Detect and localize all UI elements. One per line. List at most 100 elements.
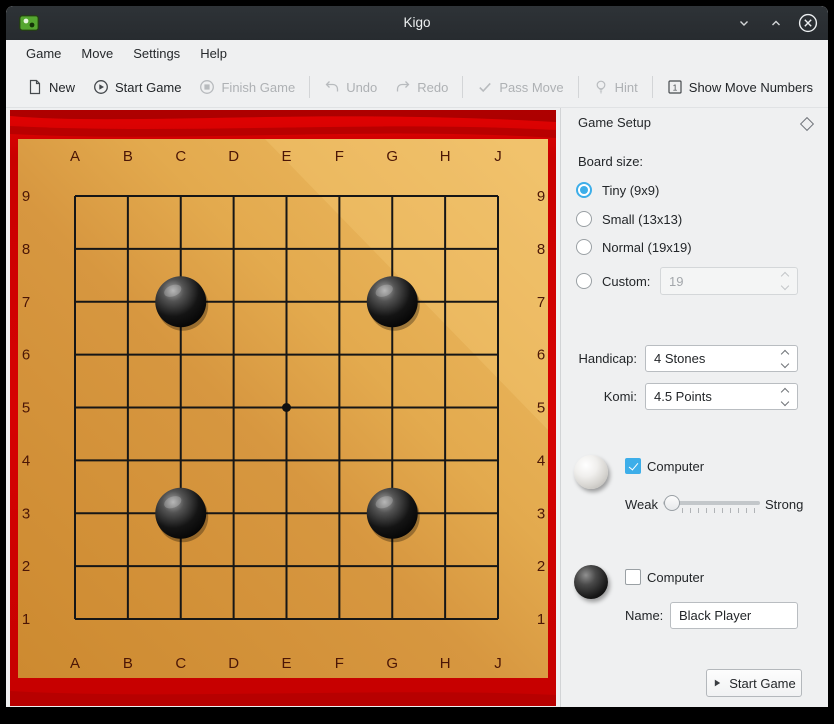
menu-move[interactable]: Move (71, 42, 123, 65)
white-computer-label: Computer (647, 459, 704, 474)
toolbar-button-undo: Undo (315, 74, 386, 100)
toolbar-button-label: Hint (615, 80, 638, 95)
board-column-label-bottom: A (70, 655, 80, 672)
menu-game[interactable]: Game (16, 42, 71, 65)
board-column-label-top: F (335, 148, 344, 165)
board-column-label-top: J (494, 148, 502, 165)
menu-help[interactable]: Help (190, 42, 237, 65)
board-row-label-right: 6 (537, 347, 545, 364)
toolbar-button-hint: Hint (584, 74, 647, 100)
custom-size-value: 19 (661, 274, 782, 289)
titlebar: Kigo (6, 6, 828, 40)
custom-size-spinbox: 19 (660, 267, 798, 295)
toolbar-button-label: Finish Game (221, 80, 295, 95)
board-column-label-bottom: E (281, 655, 291, 672)
board-column-label-top: C (175, 148, 186, 165)
board-column-label-top: E (281, 148, 291, 165)
panel-separator (560, 108, 561, 707)
radio-custom[interactable] (576, 273, 592, 289)
board-column-label-top: D (228, 148, 239, 165)
radio-tiny[interactable] (576, 182, 592, 198)
board-row-label-left: 8 (22, 241, 30, 258)
board-column-label-bottom: C (175, 655, 186, 672)
komi-spinbox[interactable]: 4.5 Points (645, 383, 798, 410)
handicap-spinbox[interactable]: 4 Stones (645, 345, 798, 372)
spinner-arrows-icon (782, 351, 788, 367)
radio-small-label: Small (13x13) (602, 212, 682, 227)
go-stone-c3 (155, 488, 206, 539)
toolbar-button-label: Redo (417, 80, 448, 95)
window-controls (734, 6, 818, 40)
board-row-label-left: 5 (22, 400, 30, 417)
go-board[interactable]: AABBCCDDEEFFGGHHJJ998877665544332211 (10, 110, 556, 706)
board-row-label-left: 4 (22, 452, 30, 469)
white-computer-checkbox[interactable] (625, 458, 641, 474)
toolbar-button-label: Pass Move (499, 80, 563, 95)
board-column-label-top: A (70, 148, 80, 165)
board-column-label-top: G (386, 148, 398, 165)
board-row-label-left: 1 (22, 611, 30, 628)
panel-title: Game Setup (578, 115, 651, 130)
radio-normal[interactable] (576, 239, 592, 255)
redo-arrow-icon (395, 79, 411, 95)
toolbar: New Start Game Finish Game Undo Redo Pass Mov… (6, 67, 828, 108)
play-circle-icon (93, 79, 109, 95)
toolbar-separator (309, 76, 310, 98)
board-column-label-bottom: F (335, 655, 344, 672)
radio-small[interactable] (576, 211, 592, 227)
start-game-button[interactable]: Start Game (706, 669, 802, 697)
toolbar-button-label: Show Move Numbers (689, 80, 813, 95)
window-title: Kigo (6, 6, 828, 40)
radio-normal-label: Normal (19x19) (602, 240, 692, 255)
spinner-arrows-icon (782, 273, 788, 289)
toolbar-button-label: Start Game (115, 80, 181, 95)
toolbar-button-new[interactable]: New (18, 74, 84, 100)
board-row-label-right: 2 (537, 558, 545, 575)
board-column-label-bottom: D (228, 655, 239, 672)
handicap-label: Handicap: (562, 345, 637, 372)
game-setup-panel: Game Setup Board size: Tiny (9x9) Small … (562, 108, 828, 707)
stop-circle-icon (199, 79, 215, 95)
toolbar-separator (578, 76, 579, 98)
content-area: AABBCCDDEEFFGGHHJJ998877665544332211 Gam… (6, 108, 828, 707)
board-row-label-left: 9 (22, 188, 30, 205)
maximize-icon[interactable] (766, 13, 786, 33)
strength-slider-ticks (682, 508, 762, 513)
white-stone-icon (574, 455, 608, 489)
undo-arrow-icon (324, 79, 340, 95)
spinner-arrows-icon (782, 389, 788, 405)
strength-weak-label: Weak (625, 497, 658, 512)
board-row-label-right: 4 (537, 452, 545, 469)
board-column-label-bottom: G (386, 655, 398, 672)
strength-strong-label: Strong (765, 497, 803, 512)
strength-slider-handle[interactable] (664, 495, 680, 511)
star-point-e5 (282, 403, 291, 412)
board-row-label-left: 3 (22, 505, 30, 522)
dock-float-icon[interactable] (800, 117, 814, 131)
toolbar-button-redo: Redo (386, 74, 457, 100)
menu-settings[interactable]: Settings (123, 42, 190, 65)
toolbar-button-start-game[interactable]: Start Game (84, 74, 190, 100)
close-icon[interactable] (798, 13, 818, 33)
player-name-label: Name: (625, 602, 663, 629)
board-row-label-left: 2 (22, 558, 30, 575)
start-game-button-label: Start Game (729, 676, 795, 691)
play-triangle-icon (712, 678, 722, 688)
board-row-label-left: 7 (22, 294, 30, 311)
checkmark-icon (477, 79, 493, 95)
board-column-label-top: B (123, 148, 133, 165)
player-name-input[interactable] (670, 602, 798, 629)
black-stone-icon (574, 565, 608, 599)
board-row-label-right: 5 (537, 400, 545, 417)
go-stone-c7 (155, 276, 206, 327)
board-column-label-bottom: J (494, 655, 502, 672)
go-stone-g3 (367, 488, 418, 539)
lightbulb-icon (593, 79, 609, 95)
black-computer-checkbox[interactable] (625, 569, 641, 585)
svg-text:1: 1 (672, 82, 677, 92)
board-row-label-right: 8 (537, 241, 545, 258)
toolbar-button-show-move-numbers[interactable]: 1 Show Move Numbers (658, 74, 822, 100)
board-row-label-right: 7 (537, 294, 545, 311)
minimize-icon[interactable] (734, 13, 754, 33)
go-stone-g7 (367, 276, 418, 327)
